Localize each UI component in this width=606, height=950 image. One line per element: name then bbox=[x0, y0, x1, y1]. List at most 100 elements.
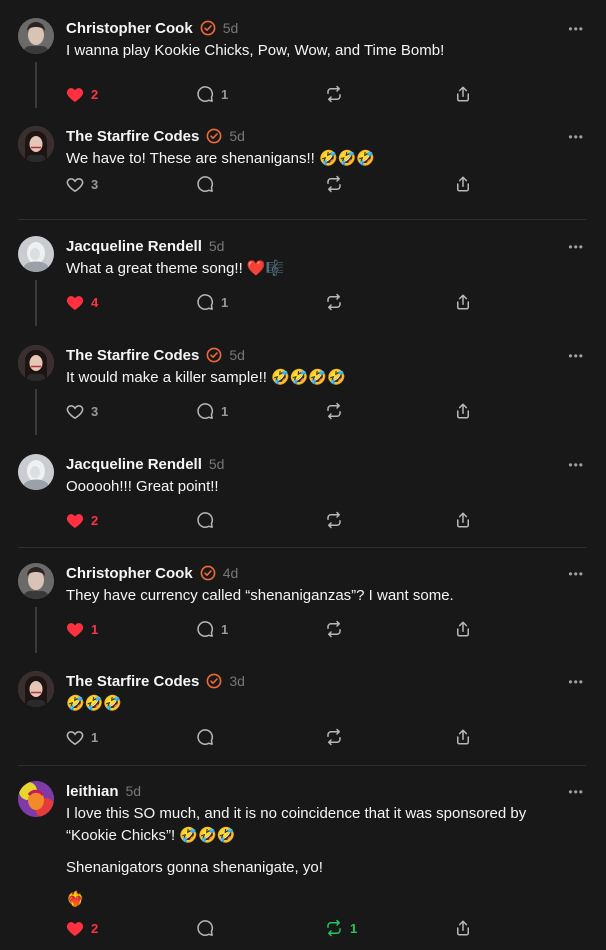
thread-post: Jacqueline Rendell 5d ••• Oooooh!!! Great p… bbox=[0, 454, 606, 534]
thread-post: leithian 5d ••• I love this SO much, and it… bbox=[0, 781, 606, 942]
more-options-icon[interactable]: ••• bbox=[568, 568, 584, 580]
more-options-icon[interactable]: ••• bbox=[568, 23, 584, 35]
more-options-icon[interactable]: ••• bbox=[568, 131, 584, 143]
avatar[interactable] bbox=[18, 563, 54, 599]
reply-button[interactable] bbox=[196, 174, 214, 194]
post-actions: 3 bbox=[66, 174, 486, 194]
thread-divider bbox=[18, 547, 586, 548]
post-paragraph: 🤣🤣🤣 bbox=[66, 695, 123, 712]
repost-button[interactable] bbox=[325, 401, 343, 421]
share-button[interactable] bbox=[454, 619, 472, 639]
share-icon bbox=[454, 85, 472, 103]
reply-button[interactable]: 1 bbox=[196, 619, 228, 639]
post-paragraph: What a great theme song!! ❤️🎼 bbox=[66, 260, 285, 277]
post-timestamp[interactable]: 5d bbox=[209, 456, 225, 472]
repost-button[interactable] bbox=[325, 174, 343, 194]
avatar[interactable] bbox=[18, 126, 54, 162]
like-count: 1 bbox=[91, 729, 99, 745]
like-button[interactable]: 2 bbox=[66, 84, 98, 104]
like-count: 2 bbox=[91, 512, 99, 528]
post-timestamp[interactable]: 5d bbox=[126, 783, 142, 799]
repost-button[interactable]: 1 bbox=[325, 918, 357, 938]
like-button[interactable]: 3 bbox=[66, 174, 98, 194]
author-name[interactable]: The Starfire Codes bbox=[66, 347, 199, 364]
avatar[interactable] bbox=[18, 671, 54, 707]
share-icon bbox=[454, 728, 472, 746]
comment-icon bbox=[196, 402, 214, 420]
reply-button[interactable]: 1 bbox=[196, 84, 228, 104]
avatar[interactable] bbox=[18, 18, 54, 54]
reply-button[interactable] bbox=[196, 918, 214, 938]
post-text: 🤣🤣🤣 bbox=[66, 693, 566, 715]
repost-button[interactable] bbox=[325, 727, 343, 747]
like-button[interactable]: 1 bbox=[66, 727, 98, 747]
share-button[interactable] bbox=[454, 292, 472, 312]
share-button[interactable] bbox=[454, 727, 472, 747]
like-button[interactable]: 3 bbox=[66, 401, 98, 421]
post-timestamp[interactable]: 5d bbox=[229, 128, 245, 144]
post-timestamp[interactable]: 3d bbox=[229, 673, 245, 689]
like-button[interactable]: 4 bbox=[66, 292, 98, 312]
reply-button[interactable]: 1 bbox=[196, 292, 228, 312]
like-button[interactable]: 2 bbox=[66, 510, 98, 530]
author-name[interactable]: Jacqueline Rendell bbox=[66, 456, 202, 473]
avatar[interactable] bbox=[18, 345, 54, 381]
verified-badge-icon bbox=[206, 673, 222, 689]
author-name[interactable]: leithian bbox=[66, 783, 119, 800]
share-button[interactable] bbox=[454, 918, 472, 938]
avatar[interactable] bbox=[18, 454, 54, 490]
verified-badge-icon bbox=[200, 565, 216, 581]
share-icon bbox=[454, 402, 472, 420]
author-name[interactable]: Jacqueline Rendell bbox=[66, 238, 202, 255]
share-button[interactable] bbox=[454, 84, 472, 104]
comment-icon bbox=[196, 85, 214, 103]
post-text: I wanna play Kookie Chicks, Pow, Wow, an… bbox=[66, 40, 566, 62]
share-button[interactable] bbox=[454, 174, 472, 194]
avatar[interactable] bbox=[18, 236, 54, 272]
author-name[interactable]: Christopher Cook bbox=[66, 20, 193, 37]
more-options-icon[interactable]: ••• bbox=[568, 459, 584, 471]
author-name[interactable]: The Starfire Codes bbox=[66, 673, 199, 690]
post-timestamp[interactable]: 5d bbox=[229, 347, 245, 363]
reply-button[interactable]: 1 bbox=[196, 401, 228, 421]
post-text: I love this SO much, and it is no coinci… bbox=[66, 803, 566, 911]
share-icon bbox=[454, 175, 472, 193]
post-actions: 1 bbox=[66, 727, 486, 747]
post-actions: 21 bbox=[66, 918, 486, 938]
more-options-icon[interactable]: ••• bbox=[568, 676, 584, 688]
repost-icon bbox=[325, 511, 343, 529]
more-options-icon[interactable]: ••• bbox=[568, 786, 584, 798]
author-name[interactable]: Christopher Cook bbox=[66, 565, 193, 582]
comment-icon bbox=[196, 728, 214, 746]
heart-icon bbox=[66, 176, 84, 193]
like-button[interactable]: 1 bbox=[66, 619, 98, 639]
post-header: The Starfire Codes 3d bbox=[66, 671, 245, 691]
avatar[interactable] bbox=[18, 781, 54, 817]
author-name[interactable]: The Starfire Codes bbox=[66, 128, 199, 145]
repost-button[interactable] bbox=[325, 84, 343, 104]
verified-badge-icon bbox=[206, 347, 222, 363]
repost-button[interactable] bbox=[325, 510, 343, 530]
post-header: The Starfire Codes 5d bbox=[66, 126, 245, 146]
like-button[interactable]: 2 bbox=[66, 918, 98, 938]
more-options-icon[interactable]: ••• bbox=[568, 350, 584, 362]
post-timestamp[interactable]: 5d bbox=[209, 238, 225, 254]
reply-button[interactable] bbox=[196, 510, 214, 530]
more-options-icon[interactable]: ••• bbox=[568, 241, 584, 253]
post-timestamp[interactable]: 4d bbox=[223, 565, 239, 581]
heart-icon bbox=[66, 729, 84, 746]
repost-button[interactable] bbox=[325, 292, 343, 312]
repost-icon bbox=[325, 728, 343, 746]
post-paragraph: Oooooh!!! Great point!! bbox=[66, 478, 219, 495]
share-button[interactable] bbox=[454, 401, 472, 421]
thread-connector-line bbox=[35, 62, 37, 108]
post-header: leithian 5d bbox=[66, 781, 141, 801]
repost-button[interactable] bbox=[325, 619, 343, 639]
like-count: 4 bbox=[91, 294, 99, 310]
post-text: They have currency called “shenaniganzas… bbox=[66, 585, 566, 607]
thread-post: Christopher Cook 5d ••• I wanna play Kookie… bbox=[0, 18, 606, 108]
reply-button[interactable] bbox=[196, 727, 214, 747]
like-count: 3 bbox=[91, 176, 99, 192]
post-timestamp[interactable]: 5d bbox=[223, 20, 239, 36]
share-button[interactable] bbox=[454, 510, 472, 530]
